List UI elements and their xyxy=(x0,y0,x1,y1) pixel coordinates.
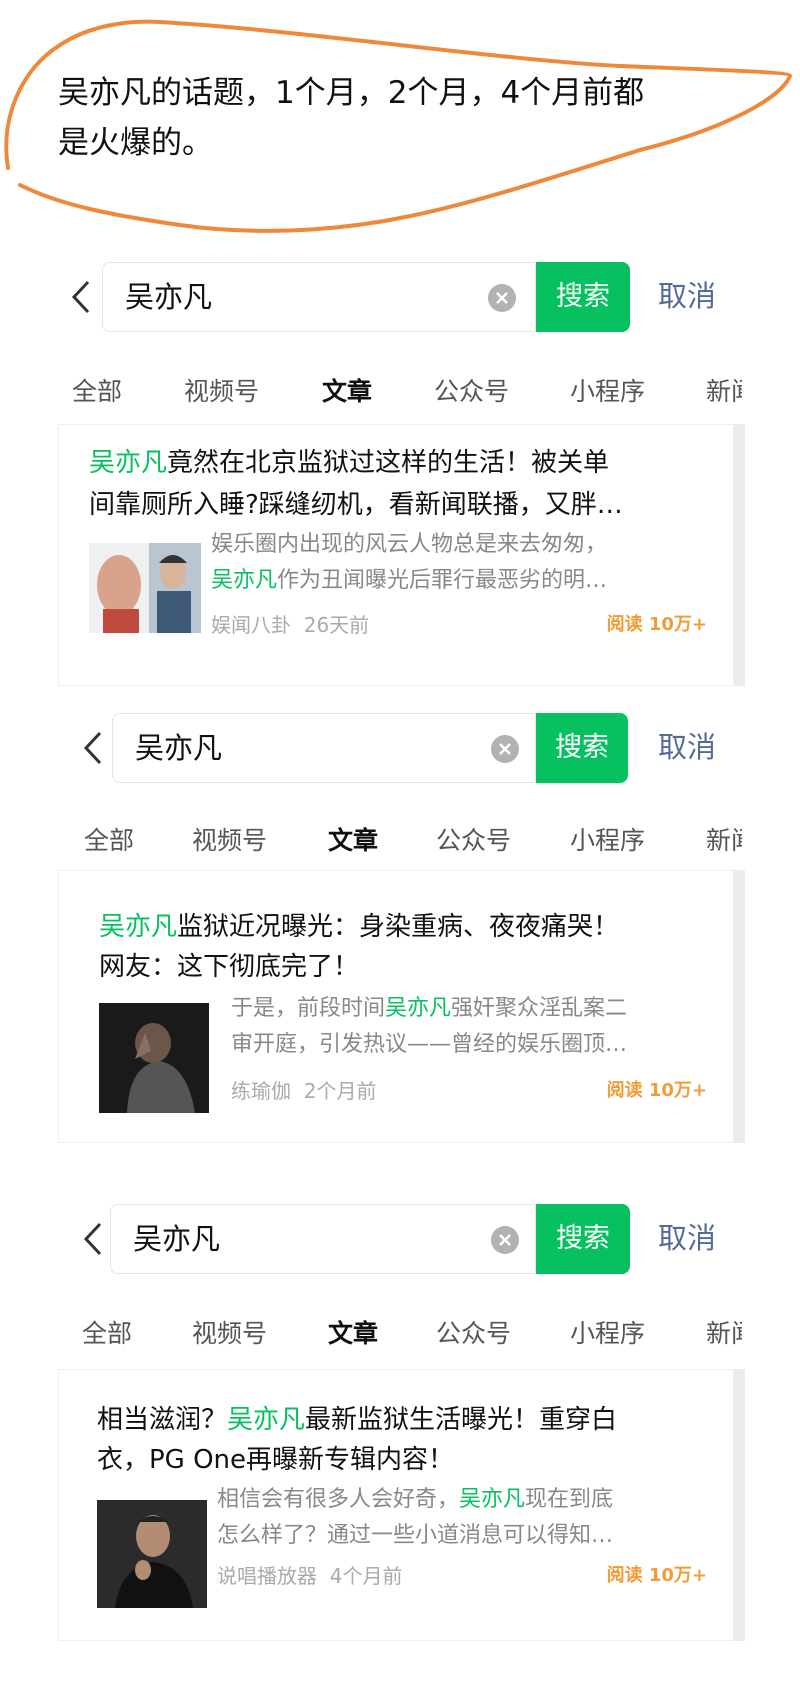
tab-mini-programs[interactable]: 小程序 xyxy=(570,823,645,859)
read-count: 阅读 10万+ xyxy=(606,1080,707,1101)
article-result-card[interactable]: 吴亦凡监狱近况曝光：身染重病、夜夜痛哭！ 网友：这下彻底完了！ 于是，前段时间吴… xyxy=(58,870,734,1143)
search-bar: 吴亦凡 搜索 取消 xyxy=(0,1204,800,1274)
chevron-left-icon[interactable] xyxy=(78,1220,108,1258)
article-result-card[interactable]: 相当滋润？吴亦凡最新监狱生活曝光！重穿白 衣，PG One再曝新专辑内容！ 相信… xyxy=(58,1369,734,1641)
article-title-line-2: 间靠厕所入睡?踩缝纫机，看新闻联播，又胖… xyxy=(89,490,623,520)
tab-video[interactable]: 视频号 xyxy=(184,374,259,410)
search-button[interactable]: 搜索 xyxy=(536,1204,630,1274)
keyword-highlight: 吴亦凡 xyxy=(385,996,452,1021)
clear-circle-icon[interactable] xyxy=(488,284,516,312)
tab-official-accounts[interactable]: 公众号 xyxy=(436,1316,511,1352)
card-edge xyxy=(733,1369,745,1641)
search-button[interactable]: 搜索 xyxy=(536,262,630,332)
article-result-card[interactable]: 吴亦凡竟然在北京监狱过这样的生活！被关单 间靠厕所入睡?踩缝纫机，看新闻联播，又… xyxy=(58,424,734,686)
search-button[interactable]: 搜索 xyxy=(536,713,628,783)
article-meta: 说唱播放器 4个月前 xyxy=(217,1562,402,1590)
tab-bar: 全部 视频号 文章 公众号 小程序 新闻 xyxy=(0,1296,800,1376)
article-thumbnail xyxy=(97,1500,207,1608)
keyword-highlight: 吴亦凡 xyxy=(99,912,178,942)
title-text: 监狱近况曝光：身染重病、夜夜痛哭！ xyxy=(177,912,620,942)
article-meta: 练瑜伽 2个月前 xyxy=(231,1077,376,1105)
snippet-text: 作为丑闻曝光后罪行最恶劣的明… xyxy=(277,568,608,593)
search-input[interactable]: 吴亦凡 xyxy=(110,1204,536,1274)
search-query: 吴亦凡 xyxy=(135,731,223,765)
tab-articles[interactable]: 文章 xyxy=(322,374,372,410)
tab-news[interactable]: 新闻 xyxy=(706,1316,742,1352)
search-query: 吴亦凡 xyxy=(125,280,213,314)
article-snippet-line-2: 怎么样了？通过一些小道消息可以得知… xyxy=(217,1523,614,1548)
snippet-text: 强奸聚众淫乱案二 xyxy=(451,996,628,1021)
article-thumbnail xyxy=(89,543,201,633)
tab-mini-programs[interactable]: 小程序 xyxy=(570,1316,645,1352)
tab-all[interactable]: 全部 xyxy=(84,823,134,859)
search-panel-1: 吴亦凡 搜索 取消 全部 视频号 文章 公众号 小程序 新闻 吴亦凡竟然在北京监… xyxy=(0,262,800,686)
search-panel-3: 吴亦凡 搜索 取消 全部 视频号 文章 公众号 小程序 新闻 相当滋润？吴亦凡最… xyxy=(0,1204,800,1644)
clear-circle-icon[interactable] xyxy=(491,735,519,763)
cancel-button[interactable]: 取消 xyxy=(658,727,716,767)
article-snippet-line-1: 娱乐圈内出现的风云人物总是来去匆匆， xyxy=(211,532,608,557)
article-source[interactable]: 练瑜伽 xyxy=(231,1079,291,1103)
article-snippet-line-2: 吴亦凡作为丑闻曝光后罪行最恶劣的明… xyxy=(211,563,607,599)
article-title-line-2: 衣，PG One再曝新专辑内容！ xyxy=(97,1445,455,1475)
article-source[interactable]: 说唱播放器 xyxy=(217,1564,317,1588)
keyword-highlight: 吴亦凡 xyxy=(211,568,278,593)
search-bar: 吴亦凡 搜索 取消 xyxy=(0,262,800,332)
tab-all[interactable]: 全部 xyxy=(82,1316,132,1352)
snippet-text: 现在到底 xyxy=(525,1487,614,1512)
article-thumbnail xyxy=(99,1003,209,1113)
read-count: 阅读 10万+ xyxy=(606,614,707,635)
article-title-line-1: 吴亦凡竟然在北京监狱过这样的生活！被关单 xyxy=(89,443,609,483)
article-snippet-line-1: 于是，前段时间吴亦凡强奸聚众淫乱案二 xyxy=(231,991,627,1027)
article-title-line-1: 吴亦凡监狱近况曝光：身染重病、夜夜痛哭！ xyxy=(99,907,619,947)
article-meta: 娱闻八卦 26天前 xyxy=(211,611,369,639)
article-time: 26天前 xyxy=(303,613,370,637)
tab-news[interactable]: 新闻 xyxy=(706,823,742,859)
tab-official-accounts[interactable]: 公众号 xyxy=(436,823,511,859)
tab-mini-programs[interactable]: 小程序 xyxy=(570,374,645,410)
tab-bar: 全部 视频号 文章 公众号 小程序 新闻 xyxy=(0,354,800,434)
article-time: 4个月前 xyxy=(329,1564,403,1588)
title-text: 竟然在北京监狱过这样的生活！被关单 xyxy=(167,448,610,478)
snippet-text: 相信会有很多人会好奇， xyxy=(217,1487,460,1512)
card-edge xyxy=(733,424,745,686)
article-source[interactable]: 娱闻八卦 xyxy=(211,613,291,637)
read-count: 阅读 10万+ xyxy=(606,1565,707,1586)
tab-articles[interactable]: 文章 xyxy=(328,823,378,859)
article-title-line-2: 网友：这下彻底完了！ xyxy=(99,952,360,982)
article-time: 2个月前 xyxy=(303,1079,377,1103)
keyword-highlight: 吴亦凡 xyxy=(89,448,168,478)
chevron-left-icon[interactable] xyxy=(66,278,96,316)
search-input[interactable]: 吴亦凡 xyxy=(112,713,536,783)
cancel-button[interactable]: 取消 xyxy=(658,1218,716,1258)
article-snippet-line-1: 相信会有很多人会好奇，吴亦凡现在到底 xyxy=(217,1482,613,1518)
keyword-highlight: 吴亦凡 xyxy=(227,1405,306,1435)
search-query: 吴亦凡 xyxy=(133,1222,221,1256)
article-title-line-1: 相当滋润？吴亦凡最新监狱生活曝光！重穿白 xyxy=(97,1400,617,1440)
tab-video[interactable]: 视频号 xyxy=(192,1316,267,1352)
cancel-button[interactable]: 取消 xyxy=(658,276,716,316)
search-panel-2: 吴亦凡 搜索 取消 全部 视频号 文章 公众号 小程序 新闻 吴亦凡监狱近况曝光… xyxy=(0,713,800,1153)
search-input[interactable]: 吴亦凡 xyxy=(102,262,536,332)
title-text: 相当滋润？ xyxy=(97,1405,228,1435)
card-edge xyxy=(733,870,745,1143)
tab-official-accounts[interactable]: 公众号 xyxy=(434,374,509,410)
annotation-line-1: 吴亦凡的话题，1个月，2个月，4个月前都 xyxy=(58,75,645,111)
tab-all[interactable]: 全部 xyxy=(72,374,122,410)
keyword-highlight: 吴亦凡 xyxy=(459,1487,526,1512)
tab-news[interactable]: 新闻 xyxy=(706,374,742,410)
annotation-text: 吴亦凡的话题，1个月，2个月，4个月前都 是火爆的。 xyxy=(58,68,738,168)
annotation-line-2: 是火爆的。 xyxy=(58,125,213,161)
search-bar: 吴亦凡 搜索 取消 xyxy=(0,713,800,783)
snippet-text: 于是，前段时间 xyxy=(231,996,386,1021)
tab-video[interactable]: 视频号 xyxy=(192,823,267,859)
tab-articles[interactable]: 文章 xyxy=(328,1316,378,1352)
article-snippet-line-2: 审开庭，引发热议——曾经的娱乐圈顶… xyxy=(231,1032,628,1057)
title-text: 最新监狱生活曝光！重穿白 xyxy=(305,1405,618,1435)
clear-circle-icon[interactable] xyxy=(491,1226,519,1254)
chevron-left-icon[interactable] xyxy=(78,729,108,767)
